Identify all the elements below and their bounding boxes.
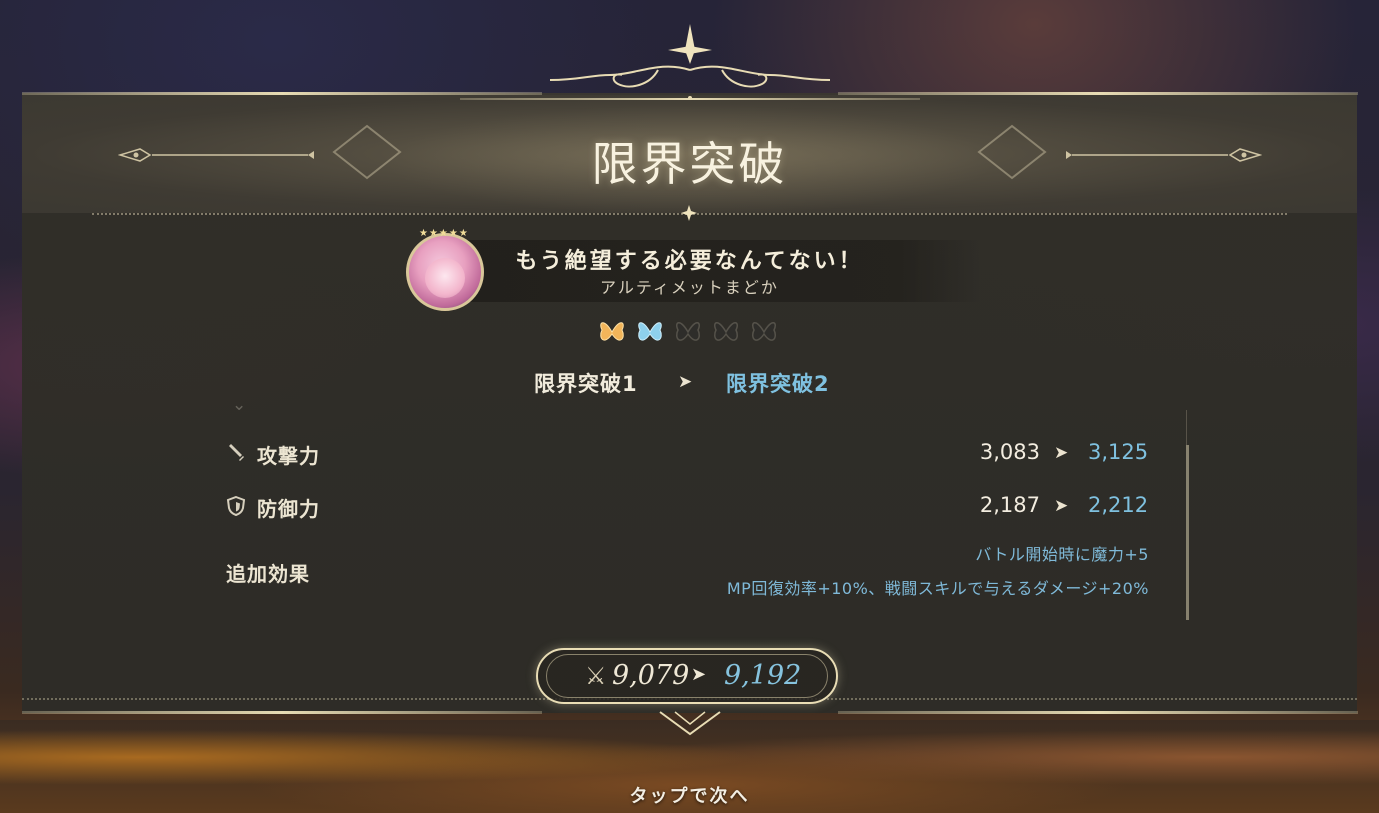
stat-attack-old: 3,083 [979,440,1040,464]
stage-to: 限界突破2 [726,372,830,396]
sword-icon [226,443,246,463]
butterfly-gem-icon [752,322,776,341]
butterfly-gem-icon [676,322,700,341]
stat-label-defense: 防御力 [257,497,320,521]
stat-defense-old: 2,187 [979,493,1040,517]
extra-effect-line-2: MP回復効率+10%、戦闘スキルで与えるダメージ+20% [726,579,1149,598]
stage-arrow-icon: ➤ [678,372,693,392]
butterfly-gem-icon [714,322,738,341]
stat-attack-new: 3,125 [1088,440,1149,464]
butterfly-gem-icon [600,322,624,341]
stat-arrow-icon: ➤ [1054,443,1069,463]
bottom-ornament [659,711,721,736]
stage-from: 限界突破1 [534,372,638,396]
power-old: 9,079 [612,660,690,691]
extra-effect-label: 追加効果 [226,562,310,586]
butterfly-gem-icon [638,322,662,341]
top-gold-line-mid [460,98,920,100]
crossed-swords-icon: ⚔ [585,662,607,690]
scrollbar-thumb[interactable] [1186,445,1189,620]
top-gold-line-right [838,92,1358,95]
avatar-star-rating: ★★★★★ [419,228,469,239]
tap-to-continue[interactable]: タップで次へ [0,782,1379,808]
extra-effect-line-1: バトル開始時に魔力+5 [975,545,1149,564]
top-ornament [549,24,831,100]
stat-defense-new: 2,212 [1088,493,1149,517]
bottom-gold-line-right [838,711,1358,714]
scroll-track[interactable] [1186,410,1187,445]
top-gold-line-left [22,92,542,95]
page-title: 限界突破 [591,137,788,191]
character-quote: もう絶望する必要なんてない！ [515,249,864,274]
scrolled-row-fade: ⌄ [232,395,247,415]
power-arrow-icon: ➤ [691,664,707,685]
bottom-gold-line-left [22,711,542,714]
shield-icon [226,495,246,517]
stat-arrow-icon: ➤ [1054,496,1069,516]
stat-label-attack: 攻撃力 [257,444,320,468]
character-name: アルティメットまどか [600,278,779,297]
limit-break-gems [596,316,786,350]
power-new: 9,192 [724,660,802,691]
divider-star-icon [681,205,697,221]
